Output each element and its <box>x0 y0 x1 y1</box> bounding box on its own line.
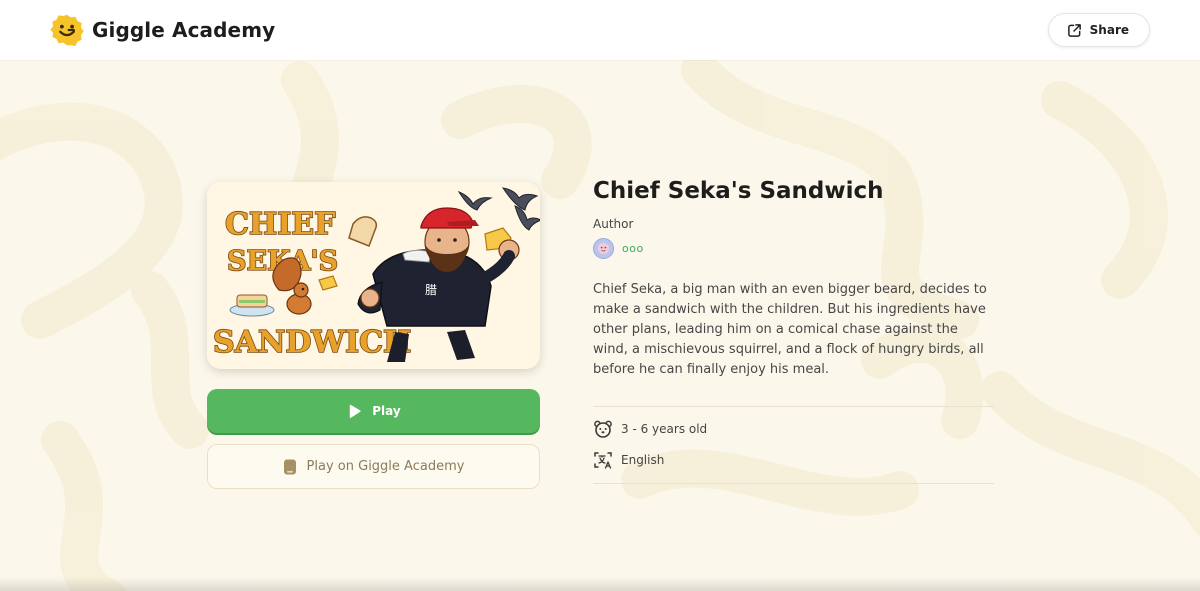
language-text: English <box>621 453 665 467</box>
language-row: English <box>593 450 664 470</box>
author-name: ooo <box>622 242 644 255</box>
share-label: Share <box>1089 23 1129 37</box>
bottom-edge-shadow <box>0 577 1200 591</box>
author-label: Author <box>593 217 634 231</box>
top-header: Giggle Academy Share <box>0 0 1200 60</box>
translate-icon <box>594 452 612 469</box>
mobile-device-icon <box>283 459 296 474</box>
cover-title-line-1: CHIEF <box>225 207 335 242</box>
age-range-text: 3 - 6 years old <box>621 422 708 436</box>
play-on-giggle-academy-label: Play on Giggle Academy <box>306 459 465 474</box>
cover-illustration: CHIEF SEKA'S SANDWICH <box>207 182 540 369</box>
bear-icon <box>594 420 612 438</box>
brand[interactable]: Giggle Academy <box>50 13 275 47</box>
book-cover: CHIEF SEKA'S SANDWICH <box>207 182 540 369</box>
play-button[interactable]: Play <box>207 389 540 433</box>
avatar-face-icon <box>597 242 610 255</box>
age-range-row: 3 - 6 years old <box>593 419 707 439</box>
author-row[interactable]: ooo <box>593 238 644 259</box>
divider <box>593 483 994 484</box>
share-button[interactable]: Share <box>1047 13 1150 47</box>
external-link-icon <box>1067 23 1081 37</box>
book-description: Chief Seka, a big man with an even bigge… <box>593 282 987 377</box>
svg-text:腊: 腊 <box>425 283 437 297</box>
play-label: Play <box>372 404 401 418</box>
smiley-g-logo-icon <box>50 14 84 46</box>
play-on-giggle-academy-button[interactable]: Play on Giggle Academy <box>207 444 540 489</box>
book-title: Chief Seka's Sandwich <box>593 178 884 204</box>
cover-title-line-3: SANDWICH <box>213 325 411 360</box>
avatar <box>593 238 614 259</box>
play-icon <box>350 404 361 418</box>
divider <box>593 406 994 407</box>
brand-name: Giggle Academy <box>92 18 276 42</box>
